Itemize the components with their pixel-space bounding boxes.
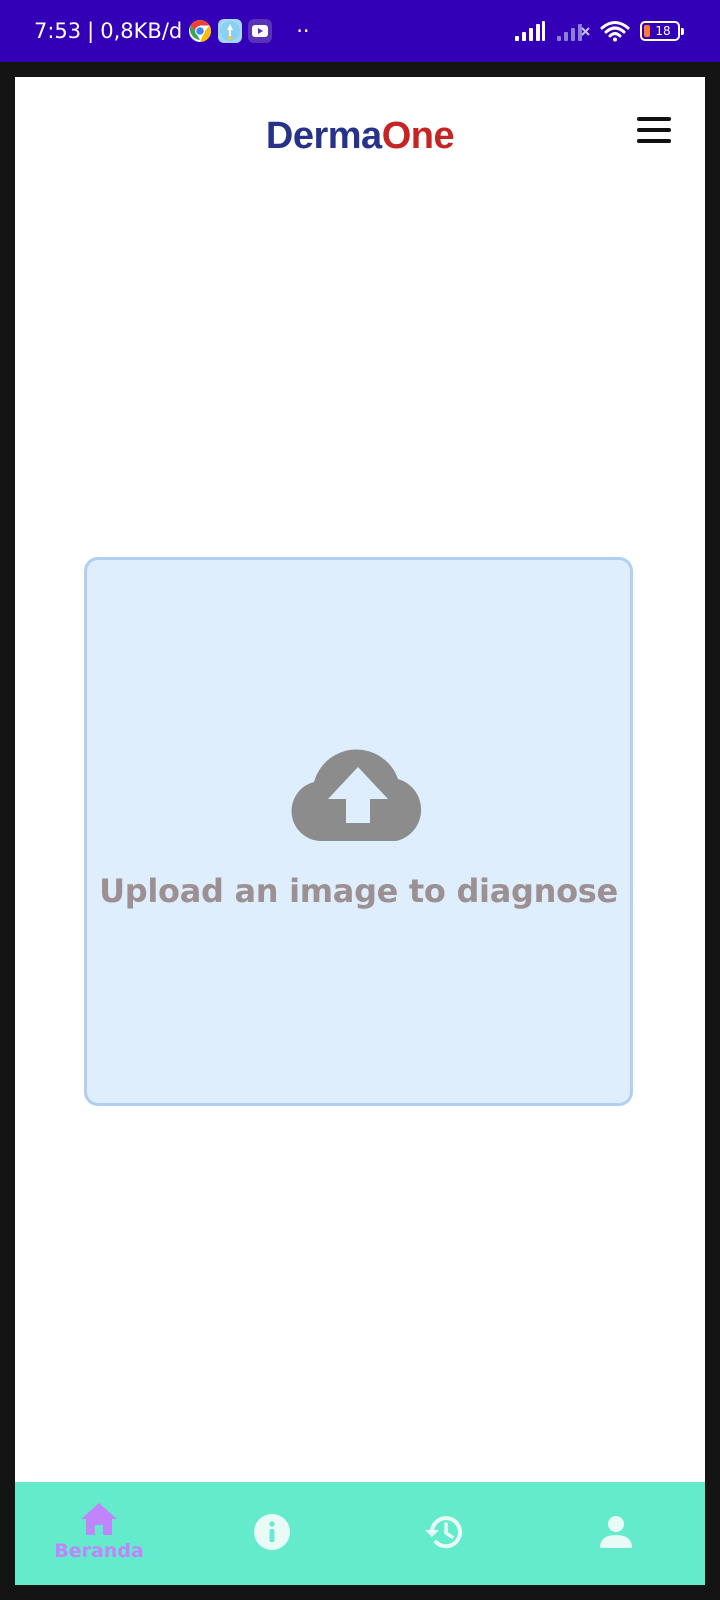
overflow-dots: ·· <box>296 19 310 43</box>
signal-no-service-icon <box>557 24 590 41</box>
home-icon <box>81 1503 117 1535</box>
bottom-navigation: Beranda <box>15 1482 705 1585</box>
nav-item-info[interactable] <box>202 1482 342 1585</box>
upload-prompt: Upload an image to diagnose <box>99 872 618 910</box>
cloud-upload-icon <box>291 749 422 841</box>
linktree-icon <box>218 19 243 43</box>
profile-icon <box>600 1516 632 1548</box>
status-left: 7:53 | 0,8KB/d ·· <box>34 0 310 62</box>
nav-item-profile[interactable] <box>546 1482 686 1585</box>
status-bar: 7:53 | 0,8KB/d ·· 18 <box>0 0 720 62</box>
battery-level: 18 <box>655 24 671 38</box>
app-logo: DermaOne <box>15 115 705 158</box>
nav-label-home: Beranda <box>54 1540 144 1562</box>
youtube-icon <box>248 19 273 43</box>
wifi-icon <box>600 21 630 42</box>
status-right: 18 <box>514 0 684 62</box>
chrome-icon <box>188 19 212 43</box>
app-screen: DermaOne Upload an image to diagnose Ber… <box>15 77 705 1585</box>
status-time: 7:53 <box>34 19 82 43</box>
battery-icon: 18 <box>640 21 684 41</box>
signal-icon <box>515 21 545 41</box>
hamburger-menu-icon[interactable] <box>637 117 671 143</box>
upload-image-area[interactable]: Upload an image to diagnose <box>84 557 633 1106</box>
logo-one: One <box>381 115 455 157</box>
status-separator: | <box>87 19 95 43</box>
status-data-rate: 0,8KB/d <box>100 19 183 43</box>
nav-item-home[interactable]: Beranda <box>29 1482 169 1585</box>
nav-item-history[interactable] <box>373 1482 513 1585</box>
history-icon <box>425 1516 462 1549</box>
info-icon <box>254 1514 290 1550</box>
logo-derma: Derma <box>265 115 382 157</box>
app-header: DermaOne <box>15 77 705 197</box>
